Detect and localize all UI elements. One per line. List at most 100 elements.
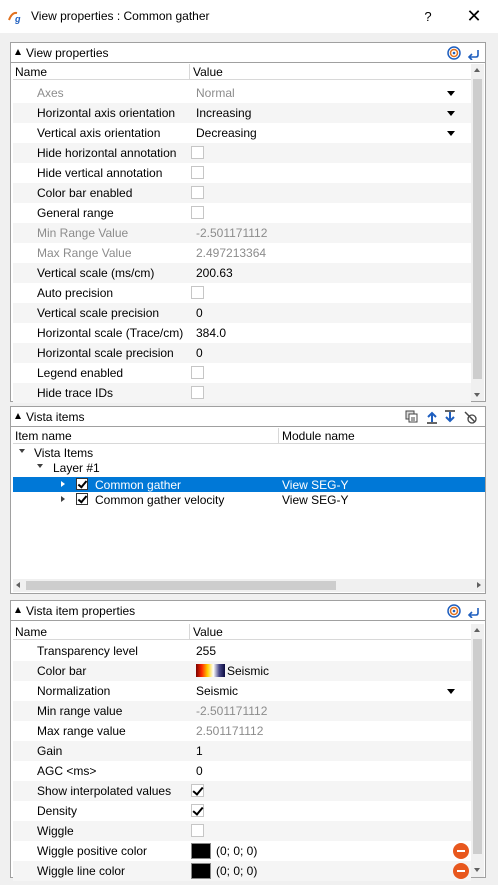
property-value[interactable]: -2.501171112 — [196, 226, 267, 240]
dropdown-arrow-icon[interactable] — [447, 689, 455, 694]
color-swatch[interactable] — [191, 863, 211, 879]
property-row-horizontal-scale-precision[interactable]: Horizontal scale precision 0 — [13, 343, 471, 363]
property-row-gain[interactable]: Gain 1 — [13, 741, 471, 761]
property-value[interactable]: Increasing — [196, 106, 251, 120]
remove-color-icon[interactable] — [453, 843, 469, 859]
property-checkbox[interactable] — [191, 166, 204, 179]
help-button[interactable]: ? — [406, 0, 450, 32]
tree-layer[interactable]: Layer #1 — [13, 460, 485, 475]
scrollbar-thumb[interactable] — [473, 639, 482, 854]
column-separator[interactable] — [189, 64, 190, 80]
vista-item-properties-scrollbar[interactable] — [471, 624, 484, 877]
color-swatch[interactable] — [191, 843, 211, 859]
property-row-hide-trace-ids[interactable]: Hide trace IDs — [13, 383, 471, 403]
scrollbar-thumb[interactable] — [473, 79, 482, 379]
property-row-density[interactable]: Density — [13, 801, 471, 821]
property-row-general-range[interactable]: General range — [13, 203, 471, 223]
property-row-legend-enabled[interactable]: Legend enabled — [13, 363, 471, 383]
property-row-min-range-value[interactable]: Min Range Value -2.501171112 — [13, 223, 471, 243]
property-value[interactable]: 2.501171112 — [196, 724, 263, 738]
property-value[interactable]: 200.63 — [196, 266, 233, 280]
property-row-axes[interactable]: Axes Normal — [13, 83, 471, 103]
property-checkbox[interactable] — [191, 824, 204, 837]
expand-icon[interactable] — [37, 464, 43, 468]
column-name[interactable]: Name — [15, 625, 47, 639]
property-value[interactable]: Seismic — [227, 664, 269, 678]
column-item-name[interactable]: Item name — [15, 429, 72, 443]
target-icon[interactable] — [447, 46, 461, 60]
property-checkbox[interactable] — [191, 784, 204, 797]
property-row-wiggle-line-color[interactable]: Wiggle line color (0; 0; 0) — [13, 861, 471, 881]
property-checkbox[interactable] — [191, 186, 204, 199]
property-value[interactable]: 2.497213364 — [196, 246, 266, 260]
expand-icon[interactable] — [61, 481, 65, 487]
visibility-checkbox[interactable] — [76, 493, 88, 505]
column-separator[interactable] — [189, 624, 190, 640]
dropdown-arrow-icon[interactable] — [447, 111, 455, 116]
property-row-min-range-value[interactable]: Min range value -2.501171112 — [13, 701, 471, 721]
column-value[interactable]: Value — [193, 65, 223, 79]
property-row-horizontal-scale-trace-cm[interactable]: Horizontal scale (Trace/cm) 384.0 — [13, 323, 471, 343]
property-row-color-bar-enabled[interactable]: Color bar enabled — [13, 183, 471, 203]
reset-icon[interactable] — [467, 604, 481, 618]
scroll-up-icon[interactable] — [474, 628, 480, 632]
scroll-left-icon[interactable] — [16, 582, 20, 588]
property-checkbox[interactable] — [191, 386, 204, 399]
property-row-vertical-axis-orientation[interactable]: Vertical axis orientation Decreasing — [13, 123, 471, 143]
property-value[interactable]: 1 — [196, 744, 203, 758]
property-value[interactable]: Normal — [196, 86, 235, 100]
expand-icon[interactable] — [19, 449, 25, 453]
property-checkbox[interactable] — [191, 146, 204, 159]
property-row-wiggle-positive-color[interactable]: Wiggle positive color (0; 0; 0) — [13, 841, 471, 861]
property-value[interactable]: 0 — [196, 306, 203, 320]
property-row-normalization[interactable]: Normalization Seismic — [13, 681, 471, 701]
column-name[interactable]: Name — [15, 65, 47, 79]
tree-root[interactable]: Vista Items — [13, 445, 485, 460]
property-value[interactable]: 0 — [196, 346, 203, 360]
dropdown-arrow-icon[interactable] — [447, 131, 455, 136]
target-icon[interactable] — [447, 604, 461, 618]
vista-items-hscrollbar[interactable] — [13, 579, 485, 592]
visibility-checkbox[interactable] — [76, 478, 88, 490]
collapse-icon[interactable] — [15, 413, 21, 419]
dropdown-arrow-icon[interactable] — [447, 91, 455, 96]
scroll-up-icon[interactable] — [474, 68, 480, 72]
property-value[interactable]: -2.501171112 — [196, 704, 267, 718]
close-button[interactable]: ✕ — [452, 0, 496, 32]
expand-icon[interactable] — [61, 496, 65, 502]
scroll-right-icon[interactable] — [477, 582, 481, 588]
property-value[interactable]: 255 — [196, 644, 216, 658]
property-row-max-range-value[interactable]: Max Range Value 2.497213364 — [13, 243, 471, 263]
property-row-wiggle[interactable]: Wiggle — [13, 821, 471, 841]
colorbar-swatch[interactable] — [196, 664, 225, 677]
remove-color-icon[interactable] — [453, 863, 469, 879]
property-checkbox[interactable] — [191, 286, 204, 299]
move-up-icon[interactable] — [425, 410, 439, 424]
layers-icon[interactable] — [405, 410, 419, 424]
column-separator[interactable] — [278, 428, 279, 444]
view-properties-scrollbar[interactable] — [471, 64, 484, 401]
property-row-max-range-value[interactable]: Max range value 2.501171112 — [13, 721, 471, 741]
property-row-transparency-level[interactable]: Transparency level 255 — [13, 641, 471, 661]
tree-item[interactable]: Common gather velocity View SEG-Y — [13, 492, 485, 507]
move-down-icon[interactable] — [443, 410, 457, 424]
remove-item-icon[interactable] — [463, 410, 477, 424]
property-row-vertical-scale-precision[interactable]: Vertical scale precision 0 — [13, 303, 471, 323]
property-row-hide-horizontal-annotation[interactable]: Hide horizontal annotation — [13, 143, 471, 163]
property-row-auto-precision[interactable]: Auto precision — [13, 283, 471, 303]
property-value[interactable]: Seismic — [196, 684, 238, 698]
property-checkbox[interactable] — [191, 804, 204, 817]
column-module-name[interactable]: Module name — [282, 429, 355, 443]
property-checkbox[interactable] — [191, 366, 204, 379]
scroll-down-icon[interactable] — [474, 393, 480, 397]
tree-item[interactable]: Common gather View SEG-Y — [13, 477, 485, 492]
reset-icon[interactable] — [467, 46, 481, 60]
property-value[interactable]: Decreasing — [196, 126, 257, 140]
column-value[interactable]: Value — [193, 625, 223, 639]
property-checkbox[interactable] — [191, 206, 204, 219]
collapse-icon[interactable] — [15, 49, 21, 55]
property-row-color-bar[interactable]: Color bar Seismic — [13, 661, 471, 681]
property-value[interactable]: 0 — [196, 764, 203, 778]
property-row-agc-ms[interactable]: AGC <ms> 0 — [13, 761, 471, 781]
property-row-show-interpolated-values[interactable]: Show interpolated values — [13, 781, 471, 801]
